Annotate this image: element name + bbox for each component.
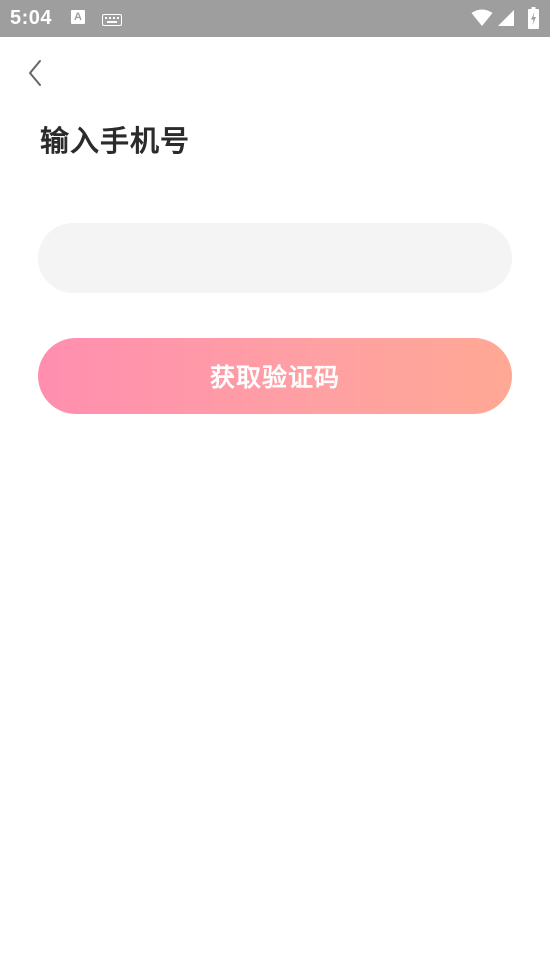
- page-title: 输入手机号: [40, 124, 191, 158]
- get-verification-code-button[interactable]: 获取验证码: [38, 338, 512, 414]
- chevron-left-icon: [29, 60, 41, 86]
- keyboard-icon: [102, 11, 122, 30]
- wifi-icon: [471, 9, 493, 31]
- status-time: 5:04: [10, 7, 53, 29]
- cell-signal-icon: [497, 9, 515, 31]
- battery-charging-icon: [528, 7, 539, 33]
- get-verification-code-label: 获取验证码: [209, 363, 340, 392]
- phone-number-input[interactable]: [38, 223, 512, 293]
- text-notification-icon: A: [71, 10, 85, 24]
- status-bar: 5:04 A: [0, 0, 550, 37]
- back-button[interactable]: [18, 55, 52, 91]
